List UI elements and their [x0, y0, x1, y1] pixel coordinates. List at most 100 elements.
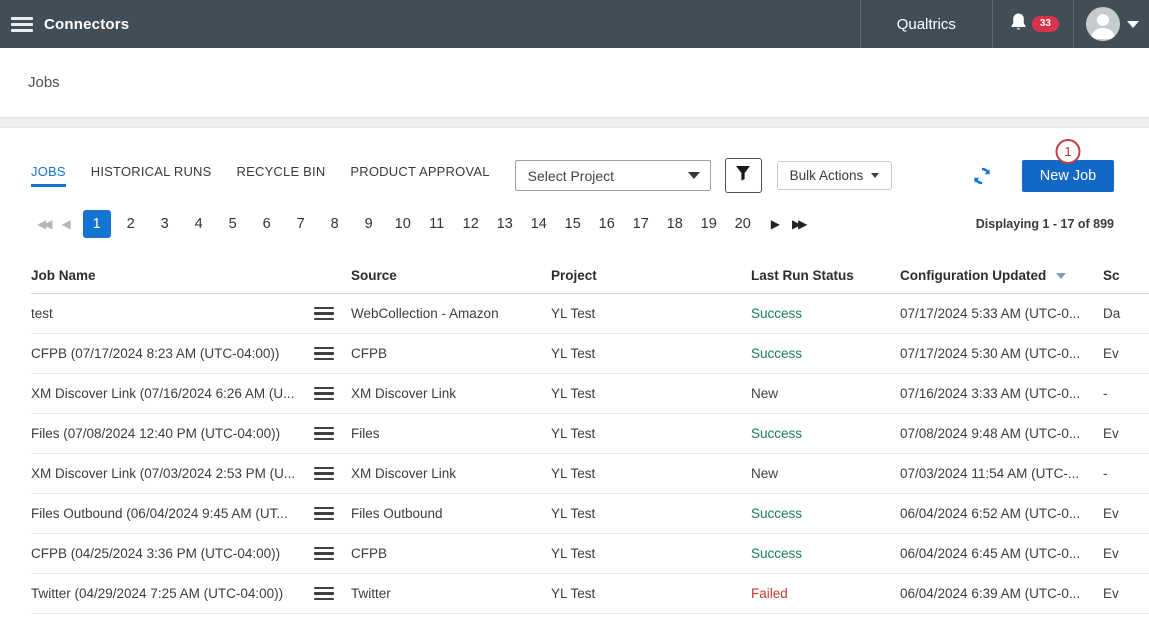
job-name-cell[interactable]: XM Discover Link (07/16/2024 6:26 AM (U.… — [31, 386, 314, 401]
project-cell: YL Test — [551, 466, 751, 481]
page-button-3[interactable]: 3 — [151, 210, 179, 238]
next-page-button[interactable]: ▶ — [765, 217, 786, 231]
row-menu-button[interactable] — [314, 504, 351, 524]
source-cell: CFPB — [351, 346, 551, 361]
bulk-actions-label: Bulk Actions — [790, 168, 864, 183]
table-header-row: Job Name Source Project Last Run Status … — [31, 258, 1149, 294]
notification-count-badge: 33 — [1032, 16, 1059, 32]
page-button-8[interactable]: 8 — [321, 210, 349, 238]
page-button-12[interactable]: 12 — [457, 210, 485, 238]
column-header-configuration-updated[interactable]: Configuration Updated — [900, 268, 1103, 283]
row-menu-button[interactable] — [314, 344, 351, 364]
last-page-button[interactable]: ▶▶ — [786, 217, 810, 231]
top-navbar: Connectors Qualtrics 33 — [0, 0, 1149, 48]
column-header-project[interactable]: Project — [551, 268, 751, 283]
table-row[interactable]: CFPB (07/17/2024 8:23 AM (UTC-04:00)) CF… — [31, 334, 1149, 374]
page-button-17[interactable]: 17 — [627, 210, 655, 238]
column-header-schedule[interactable]: Sc — [1103, 268, 1149, 283]
previous-page-button[interactable]: ◀ — [55, 217, 76, 231]
status-cell: Success — [751, 546, 900, 561]
avatar — [1086, 7, 1120, 41]
row-menu-button[interactable] — [314, 464, 351, 484]
page-button-13[interactable]: 13 — [491, 210, 519, 238]
chevron-down-icon — [688, 172, 700, 179]
job-name-cell[interactable]: XM Discover Link (07/03/2024 2:53 PM (U.… — [31, 466, 314, 481]
page-button-15[interactable]: 15 — [559, 210, 587, 238]
source-cell: XM Discover Link — [351, 466, 551, 481]
page-button-1[interactable]: 1 — [83, 210, 111, 238]
user-menu[interactable] — [1074, 0, 1149, 48]
project-cell: YL Test — [551, 306, 751, 321]
project-select-value: Select Project — [528, 168, 688, 184]
filter-button[interactable] — [725, 158, 762, 193]
page-button-18[interactable]: 18 — [661, 210, 689, 238]
row-menu-button[interactable] — [314, 544, 351, 564]
toolbar: JOBS HISTORICAL RUNS RECYCLE BIN PRODUCT… — [31, 158, 1114, 193]
brand-menu[interactable]: Qualtrics — [860, 0, 993, 48]
source-cell: WebCollection - Amazon — [351, 306, 551, 321]
source-cell: Files — [351, 426, 551, 441]
job-name-cell[interactable]: CFPB (07/17/2024 8:23 AM (UTC-04:00)) — [31, 346, 314, 361]
job-name-cell[interactable]: test — [31, 306, 314, 321]
table-row[interactable]: CFPB (04/25/2024 3:36 PM (UTC-04:00)) CF… — [31, 534, 1149, 574]
refresh-button[interactable] — [972, 166, 992, 186]
page-button-10[interactable]: 10 — [389, 210, 417, 238]
page-button-6[interactable]: 6 — [253, 210, 281, 238]
row-menu-icon — [314, 387, 334, 401]
page-button-2[interactable]: 2 — [117, 210, 145, 238]
tab-jobs[interactable]: JOBS — [31, 164, 66, 187]
status-cell: Success — [751, 426, 900, 441]
configuration-updated-cell: 07/08/2024 9:48 AM (UTC-0... — [900, 426, 1103, 441]
job-name-cell[interactable]: Files Outbound (06/04/2024 9:45 AM (UT..… — [31, 506, 314, 521]
project-select[interactable]: Select Project — [515, 160, 711, 191]
table-row[interactable]: Files (07/08/2024 12:40 PM (UTC-04:00)) … — [31, 414, 1149, 454]
page-button-4[interactable]: 4 — [185, 210, 213, 238]
chevron-down-icon — [1127, 21, 1139, 28]
page-button-14[interactable]: 14 — [525, 210, 553, 238]
configuration-updated-cell: 06/04/2024 6:39 AM (UTC-0... — [900, 586, 1103, 601]
page-button-9[interactable]: 9 — [355, 210, 383, 238]
tab-product-approval[interactable]: PRODUCT APPROVAL — [350, 164, 489, 187]
page-button-19[interactable]: 19 — [695, 210, 723, 238]
bell-icon — [1009, 12, 1028, 37]
row-menu-button[interactable] — [314, 584, 351, 604]
page-button-7[interactable]: 7 — [287, 210, 315, 238]
page-title: Jobs — [28, 74, 60, 91]
notifications-button[interactable]: 33 — [993, 0, 1074, 48]
page-button-11[interactable]: 11 — [423, 210, 451, 238]
page-button-5[interactable]: 5 — [219, 210, 247, 238]
page-button-20[interactable]: 20 — [729, 210, 757, 238]
pagination-summary: Displaying 1 - 17 of 899 — [976, 217, 1114, 231]
schedule-cell: Ev — [1103, 506, 1149, 521]
configuration-updated-cell: 07/17/2024 5:30 AM (UTC-0... — [900, 346, 1103, 361]
bulk-actions-button[interactable]: Bulk Actions — [777, 161, 893, 190]
hamburger-menu-icon[interactable] — [0, 0, 44, 48]
table-row[interactable]: Files Outbound (06/04/2024 9:45 AM (UT..… — [31, 494, 1149, 534]
job-name-cell[interactable]: CFPB (04/25/2024 3:36 PM (UTC-04:00)) — [31, 546, 314, 561]
row-menu-button[interactable] — [314, 424, 351, 444]
job-name-cell[interactable]: Files (07/08/2024 12:40 PM (UTC-04:00)) — [31, 426, 314, 441]
table-row[interactable]: test WebCollection - Amazon YL Test Succ… — [31, 294, 1149, 334]
column-header-last-run-status[interactable]: Last Run Status — [751, 268, 900, 283]
tab-recycle-bin[interactable]: RECYCLE BIN — [237, 164, 326, 187]
project-cell: YL Test — [551, 506, 751, 521]
row-menu-button[interactable] — [314, 384, 351, 404]
job-name-cell[interactable]: Twitter (04/29/2024 7:25 AM (UTC-04:00)) — [31, 586, 314, 601]
page-button-16[interactable]: 16 — [593, 210, 621, 238]
status-cell: Success — [751, 306, 900, 321]
column-header-source[interactable]: Source — [351, 268, 551, 283]
table-row[interactable]: XM Discover Link (07/16/2024 6:26 AM (U.… — [31, 374, 1149, 414]
status-cell: Failed — [751, 586, 900, 601]
caret-down-icon — [871, 173, 879, 178]
row-menu-button[interactable] — [314, 304, 351, 324]
table-row[interactable]: Twitter (04/29/2024 7:25 AM (UTC-04:00))… — [31, 574, 1149, 614]
tab-historical-runs[interactable]: HISTORICAL RUNS — [91, 164, 212, 187]
app-title: Connectors — [44, 16, 129, 33]
first-page-button[interactable]: ◀◀ — [31, 217, 55, 231]
annotation-step-badge: 1 — [1056, 139, 1081, 164]
brand-label: Qualtrics — [897, 16, 956, 33]
new-job-wrapper: 1 New Job — [1022, 160, 1114, 192]
new-job-button[interactable]: New Job — [1022, 160, 1114, 192]
table-row[interactable]: XM Discover Link (07/03/2024 2:53 PM (U.… — [31, 454, 1149, 494]
column-header-job-name[interactable]: Job Name — [31, 268, 314, 283]
